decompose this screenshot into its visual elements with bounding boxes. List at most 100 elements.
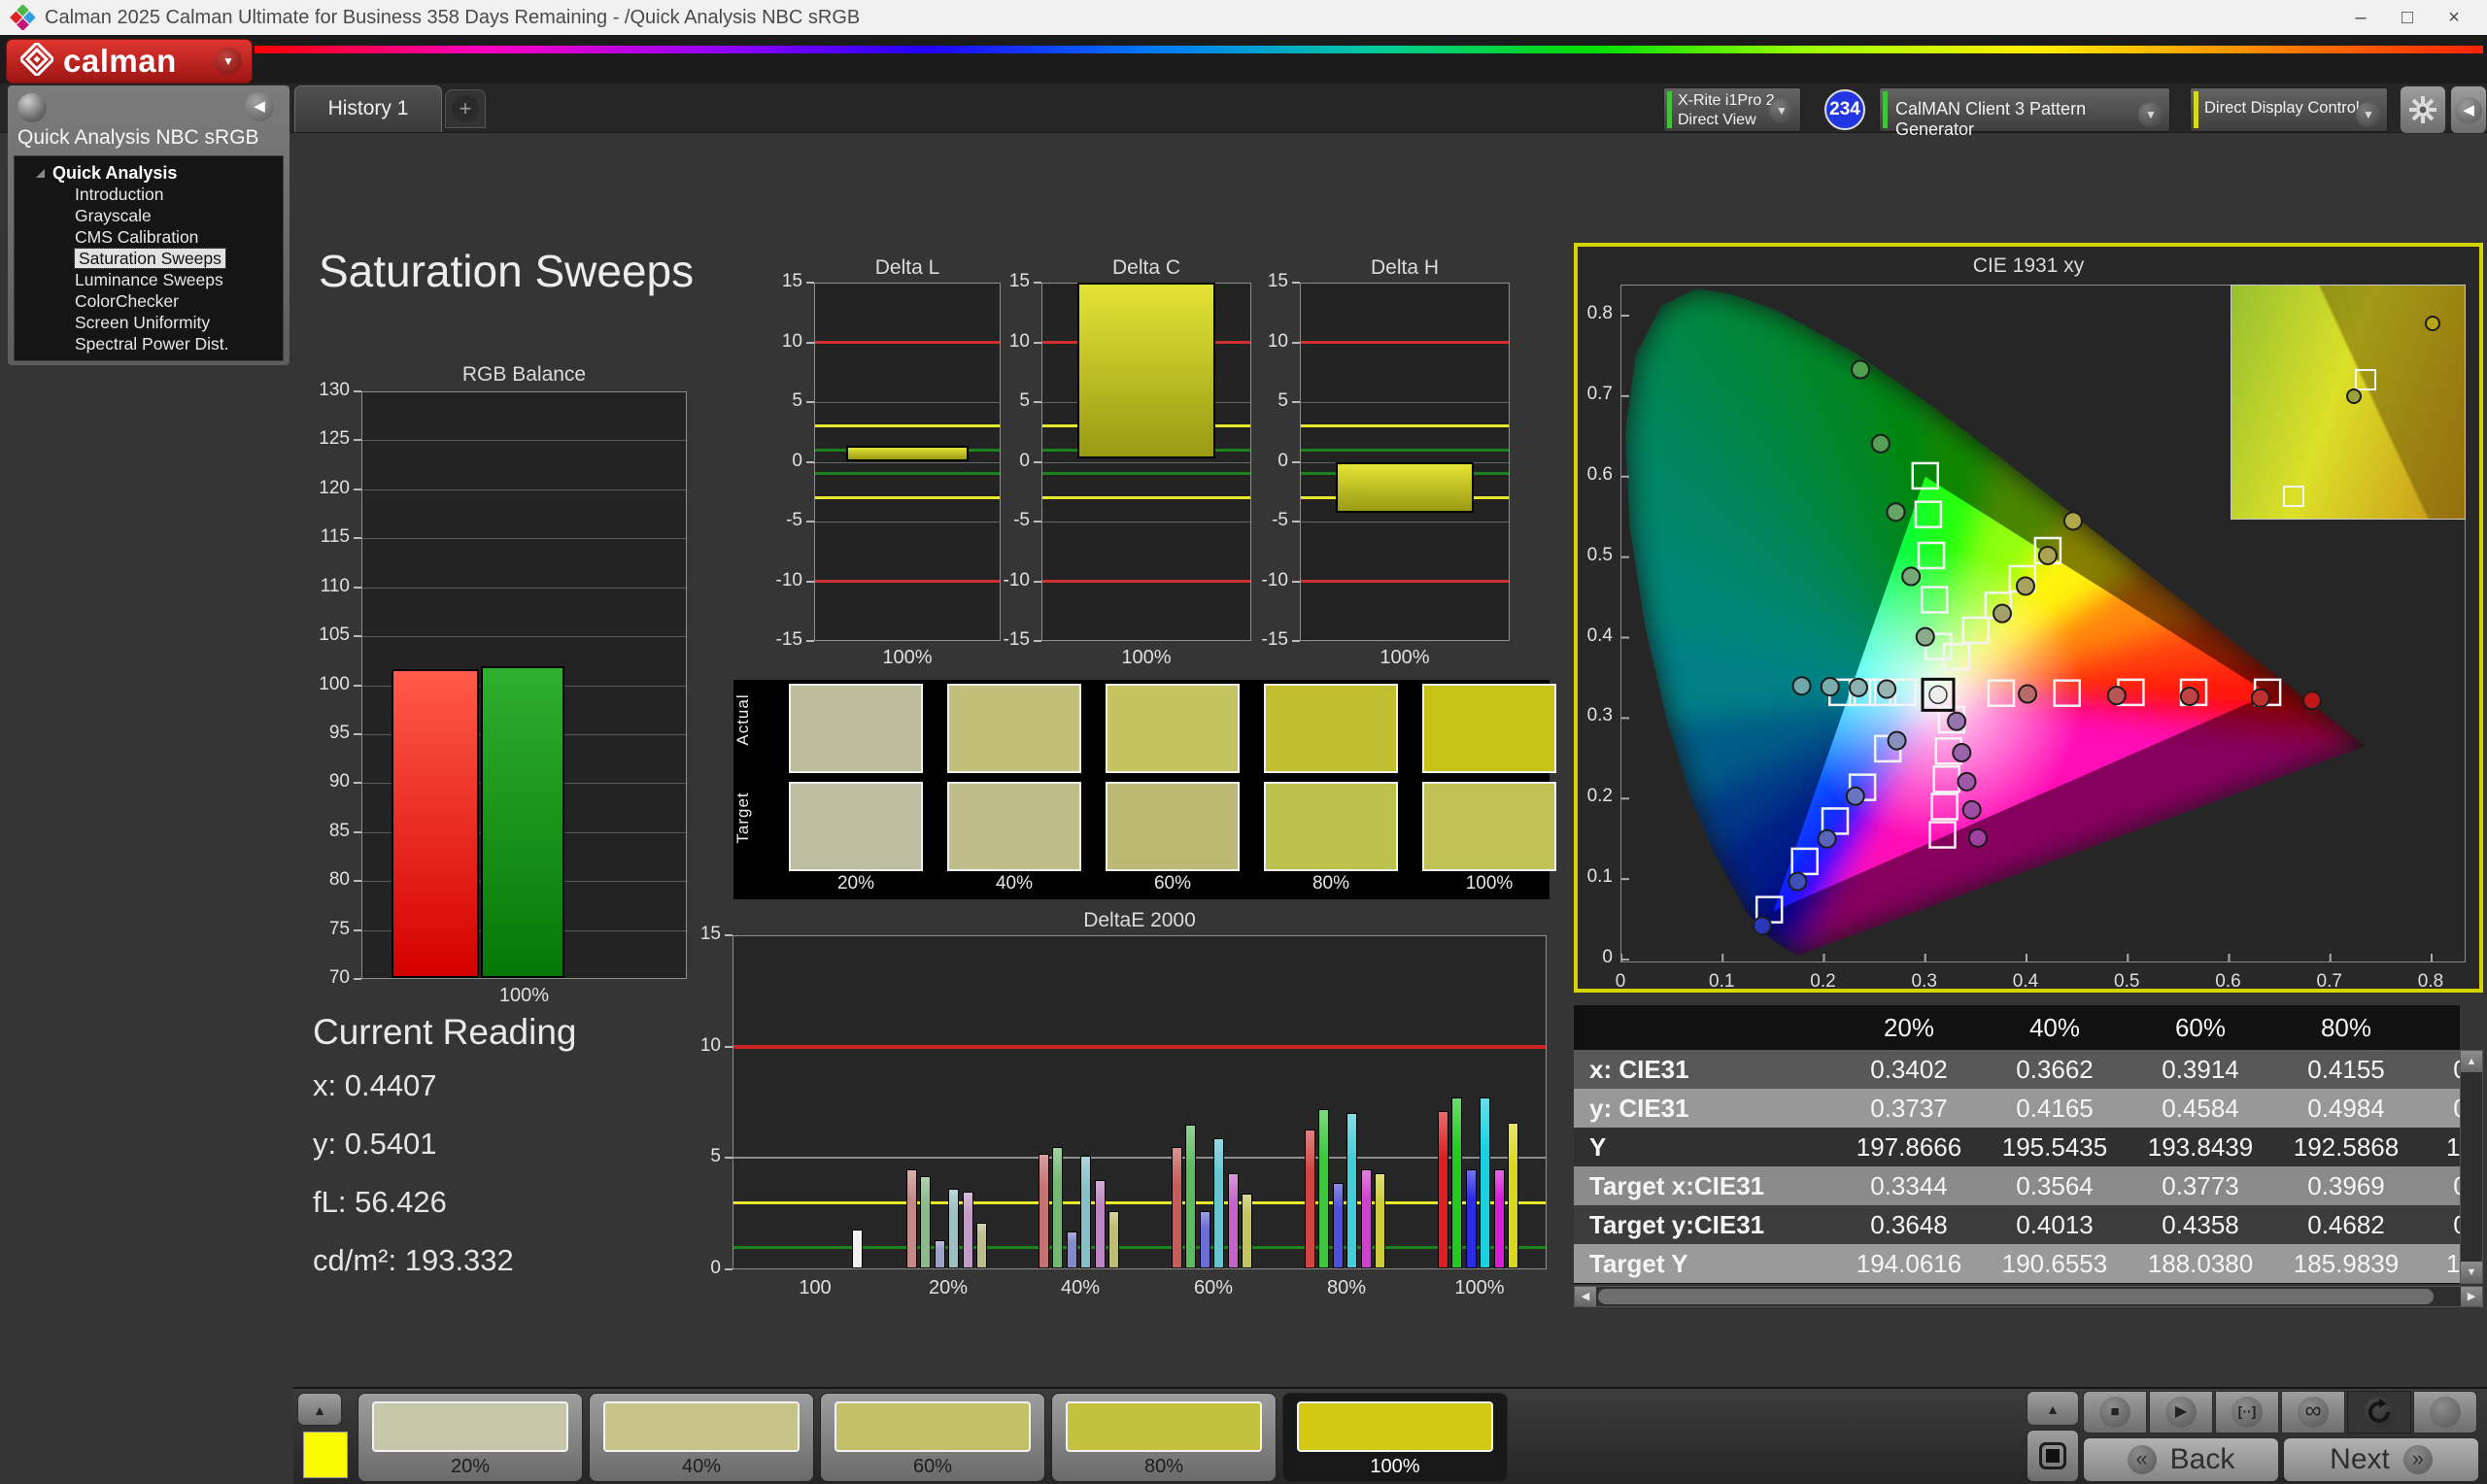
- delta-ytick: -15: [756, 629, 802, 651]
- deltae-bar: [1228, 1173, 1239, 1268]
- collapse-right-panel-button[interactable]: ◀: [2450, 85, 2487, 134]
- back-button[interactable]: « Back: [2083, 1437, 2279, 1482]
- ref-line: [1042, 580, 1250, 583]
- tree-root[interactable]: Quick Analysis: [15, 162, 283, 184]
- delta-ytick: 10: [756, 331, 802, 353]
- delta-ytickmark: [806, 282, 814, 284]
- deltae-ytick: 10: [680, 1035, 721, 1057]
- sidebar-item-screen-uniformity[interactable]: Screen Uniformity: [15, 312, 283, 333]
- rgb-ytickmark: [354, 782, 361, 784]
- sidebar-item-grayscale[interactable]: Grayscale: [15, 205, 283, 226]
- table-cell: 0.4155: [2273, 1050, 2419, 1089]
- rgb-ytick: 80: [301, 869, 350, 891]
- sync-button[interactable]: [2347, 1391, 2411, 1433]
- display-control-dropdown[interactable]: Direct Display Control ▼: [2190, 87, 2388, 132]
- pattern-swatch: [835, 1401, 1031, 1452]
- ref-line: [1301, 449, 1509, 452]
- continuous-read-button[interactable]: ∞: [2281, 1391, 2345, 1433]
- play-button[interactable]: ▶: [2149, 1391, 2213, 1433]
- pattern-button-100%[interactable]: 100%: [1282, 1393, 1508, 1482]
- meter-count-badge[interactable]: 234: [1824, 89, 1865, 130]
- delta-c-xlabel: 100%: [1041, 647, 1251, 669]
- meter-dropdown[interactable]: X-Rite i1Pro 2 Direct View ▼: [1663, 87, 1801, 132]
- reading-line: y: 0.5401: [313, 1127, 514, 1162]
- cie-measured-point: [1872, 435, 1890, 453]
- pattern-button-40%[interactable]: 40%: [589, 1393, 814, 1482]
- stop-button[interactable]: ■: [2083, 1391, 2147, 1433]
- deltae-bar: [1213, 1138, 1224, 1268]
- sidebar-item-cms-calibration[interactable]: CMS Calibration: [15, 226, 283, 248]
- sidebar-item-luminance-sweeps[interactable]: Luminance Sweeps: [15, 269, 283, 290]
- swatch-col-label: 20%: [789, 873, 923, 894]
- rgb-ytickmark: [354, 880, 361, 882]
- table-row[interactable]: Y197.8666195.5435193.8439192.5868193.332: [1574, 1128, 2460, 1166]
- header-strip: calman ▼: [0, 35, 2487, 84]
- sidebar-dot-button[interactable]: [17, 93, 47, 122]
- delta-ytickmark: [1292, 521, 1300, 523]
- pattern-button-60%[interactable]: 60%: [820, 1393, 1045, 1482]
- scroll-left-icon[interactable]: ◀: [1575, 1287, 1596, 1306]
- pattern-button-20%[interactable]: 20%: [358, 1393, 583, 1482]
- cie-measured-point: [1948, 713, 1965, 730]
- ref-line: [1042, 496, 1250, 499]
- calman-logo-icon: [20, 43, 53, 81]
- meter-up-button[interactable]: ▲: [2027, 1391, 2079, 1426]
- sidebar-item-spectral-power-dist-[interactable]: Spectral Power Dist.: [15, 333, 283, 354]
- tab-history-1[interactable]: History 1: [294, 85, 442, 132]
- tree-expander-icon[interactable]: [36, 169, 45, 178]
- current-reading-block: x: 0.4407y: 0.5401fL: 56.426cd/m²: 193.3…: [313, 1068, 514, 1301]
- rgb-ytick: 100: [301, 674, 350, 695]
- read-series-button[interactable]: [··]: [2215, 1391, 2279, 1433]
- sidebar-collapse-button[interactable]: ◀: [245, 92, 280, 123]
- pattern-scroll-up-button[interactable]: ▲: [297, 1393, 342, 1426]
- table-cell: 0.4584: [2128, 1089, 2273, 1128]
- delta-bar: [846, 446, 970, 462]
- delta-ytickmark: [1292, 282, 1300, 284]
- table-row[interactable]: x: CIE310.34020.36620.39140.41550.4407: [1574, 1050, 2460, 1089]
- deltae-bar: [948, 1189, 959, 1268]
- table-row[interactable]: Target Y194.0616190.6553188.0380185.9839…: [1574, 1244, 2460, 1283]
- delta-ytickmark: [1034, 461, 1041, 463]
- cie-measured-point: [1963, 801, 1981, 819]
- delta-ytickmark: [806, 401, 814, 403]
- table-cell: 188.0380: [2128, 1244, 2273, 1283]
- next-button[interactable]: Next »: [2283, 1437, 2479, 1482]
- table-row[interactable]: Target y:CIE310.36480.40130.43580.46820.…: [1574, 1205, 2460, 1244]
- cie-ytick: 0.5: [1574, 545, 1613, 566]
- generator-dropdown[interactable]: CalMAN Client 3 Pattern Generator ▼: [1879, 87, 2170, 132]
- table-cell: 0.3969: [2273, 1166, 2419, 1205]
- window-pattern-button[interactable]: [2027, 1430, 2079, 1482]
- scroll-down-icon[interactable]: ▼: [2461, 1262, 2482, 1283]
- deltae-bar: [1305, 1130, 1315, 1268]
- calman-menu-button[interactable]: calman ▼: [6, 39, 253, 84]
- sidebar-item-introduction[interactable]: Introduction: [15, 184, 283, 205]
- cie-measured-point: [2108, 687, 2126, 704]
- delta-bar: [1077, 283, 1216, 458]
- table-vscrollbar[interactable]: ▲ ▼: [2460, 1050, 2483, 1284]
- settings-button[interactable]: [2400, 85, 2446, 134]
- back-label: Back: [2170, 1443, 2235, 1476]
- delta-ytick: -15: [983, 629, 1030, 651]
- table-cell: 0.3737: [1836, 1089, 1982, 1128]
- deltae-title: DeltaE 2000: [732, 909, 1547, 932]
- generator-status-strip: [1883, 91, 1888, 128]
- minimize-button[interactable]: –: [2337, 0, 2384, 35]
- table-hscrollbar[interactable]: ◀ ▶: [1574, 1286, 2483, 1307]
- table-row[interactable]: y: CIE310.37370.41650.45840.49840.5401: [1574, 1089, 2460, 1128]
- pattern-button-80%[interactable]: 80%: [1051, 1393, 1277, 1482]
- scroll-up-icon[interactable]: ▲: [2461, 1051, 2482, 1072]
- table-cell: 194.0616: [1836, 1244, 1982, 1283]
- scroll-right-icon[interactable]: ▶: [2461, 1287, 2482, 1306]
- maximize-button[interactable]: □: [2384, 0, 2431, 35]
- delta-ytick: -5: [1242, 510, 1288, 531]
- sidebar-item-colorchecker[interactable]: ColorChecker: [15, 290, 283, 312]
- extra-button[interactable]: [2413, 1391, 2477, 1433]
- add-tab-button[interactable]: +: [445, 89, 486, 128]
- reading-line: x: 0.4407: [313, 1068, 514, 1103]
- table-row[interactable]: Target x:CIE310.33440.35640.37730.39690.…: [1574, 1166, 2460, 1205]
- hscroll-thumb[interactable]: [1598, 1289, 2434, 1304]
- delta-ytickmark: [806, 640, 814, 642]
- cie-ytick: 0: [1574, 947, 1613, 968]
- sidebar-item-saturation-sweeps[interactable]: Saturation Sweeps: [15, 248, 283, 269]
- close-button[interactable]: ×: [2431, 0, 2477, 35]
